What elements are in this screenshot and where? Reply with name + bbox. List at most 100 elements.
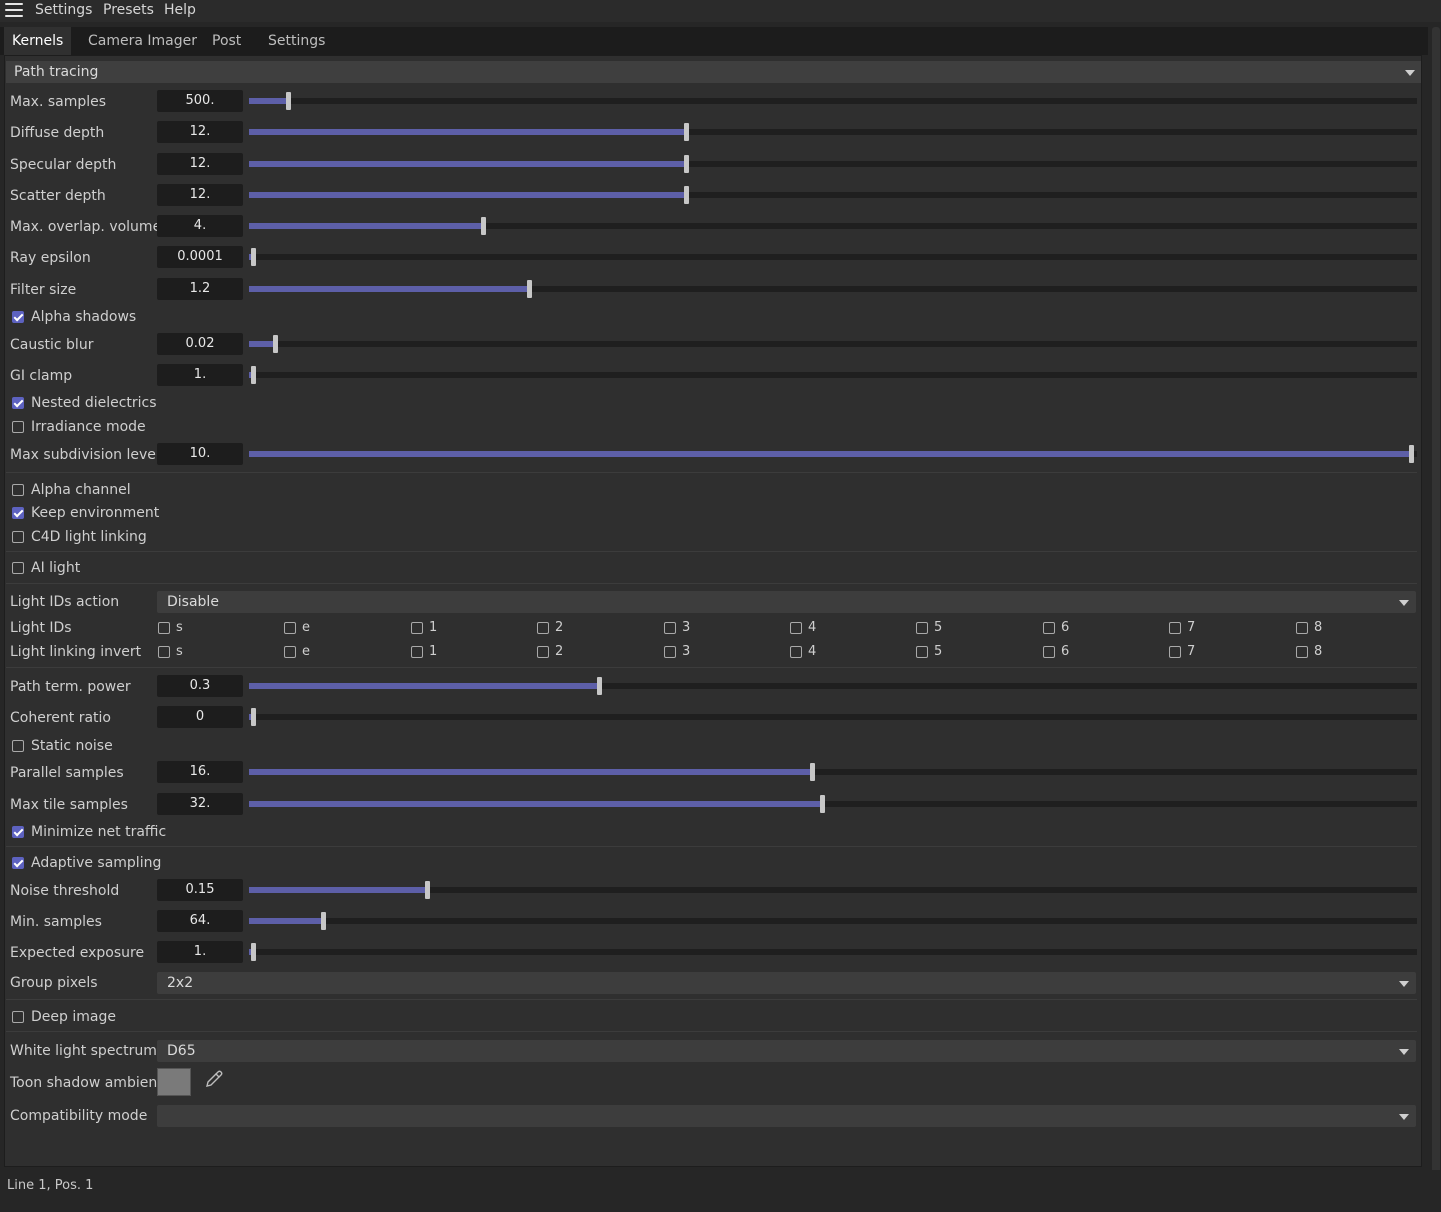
light-ids-checkbox-4[interactable] xyxy=(790,622,802,634)
light-ids-checkbox-s[interactable] xyxy=(158,622,170,634)
max-samples-input[interactable]: 500. xyxy=(157,90,243,112)
tab-settings[interactable]: Settings xyxy=(260,27,333,55)
keep-environment-checkbox[interactable] xyxy=(12,507,24,519)
max-tile-samples-input[interactable]: 32. xyxy=(157,793,243,815)
light-linking-invert-checkbox-8[interactable] xyxy=(1296,646,1308,658)
hamburger-menu-icon[interactable] xyxy=(5,3,23,18)
light-ids-action-dropdown[interactable]: Disable xyxy=(157,591,1416,613)
scatter-depth-input[interactable]: 12. xyxy=(157,184,243,206)
light-linking-invert-checkbox-7[interactable] xyxy=(1169,646,1181,658)
tab-post[interactable]: Post xyxy=(204,27,249,55)
light-linking-invert-checkbox-5[interactable] xyxy=(916,646,928,658)
nested-dielectrics-checkbox[interactable] xyxy=(12,397,24,409)
toon-shadow-color-swatch[interactable] xyxy=(157,1068,191,1096)
slider-handle[interactable] xyxy=(251,366,256,384)
max-overlap-volumes-input[interactable]: 4. xyxy=(157,215,243,237)
irradiance-mode-checkbox[interactable] xyxy=(12,421,24,433)
expected-exposure-slider[interactable] xyxy=(249,943,1417,961)
ai-light-checkbox[interactable] xyxy=(12,562,24,574)
slider-handle[interactable] xyxy=(273,335,278,353)
noise-threshold-input[interactable]: 0.15 xyxy=(157,879,243,901)
slider-handle[interactable] xyxy=(684,155,689,173)
max-tile-samples-slider[interactable] xyxy=(249,795,1417,813)
slider-handle[interactable] xyxy=(1409,445,1414,463)
slider-handle[interactable] xyxy=(321,912,326,930)
noise-threshold-slider[interactable] xyxy=(249,881,1417,899)
compatibility-mode-dropdown[interactable] xyxy=(157,1105,1416,1127)
deep-image-checkbox[interactable] xyxy=(12,1011,24,1023)
minimize-net-traffic-checkbox[interactable] xyxy=(12,826,24,838)
max-overlap-volumes-slider[interactable] xyxy=(249,217,1417,235)
ray-epsilon-input[interactable]: 0.0001 xyxy=(157,246,243,268)
slider-handle[interactable] xyxy=(251,943,256,961)
gi-clamp-input[interactable]: 1. xyxy=(157,364,243,386)
gi-clamp-slider[interactable] xyxy=(249,366,1417,384)
min-samples-input[interactable]: 64. xyxy=(157,910,243,932)
light-ids-checkbox-3[interactable] xyxy=(664,622,676,634)
caustic-blur-slider[interactable] xyxy=(249,335,1417,353)
slider-handle[interactable] xyxy=(820,795,825,813)
kernel-type-dropdown[interactable]: Path tracing xyxy=(6,61,1421,83)
slider-handle[interactable] xyxy=(425,881,430,899)
light-ids-checkbox-e[interactable] xyxy=(284,622,296,634)
light-ids-checkbox-5[interactable] xyxy=(916,622,928,634)
slider-handle[interactable] xyxy=(810,763,815,781)
caustic-blur-input[interactable]: 0.02 xyxy=(157,333,243,355)
coherent-ratio-input[interactable]: 0 xyxy=(157,706,243,728)
light-linking-invert-checkbox-2[interactable] xyxy=(537,646,549,658)
slider-handle[interactable] xyxy=(684,186,689,204)
group-pixels-dropdown[interactable]: 2x2 xyxy=(157,972,1416,994)
light-ids-checkbox-8[interactable] xyxy=(1296,622,1308,634)
static-noise-checkbox[interactable] xyxy=(12,740,24,752)
filter-size-input[interactable]: 1.2 xyxy=(157,278,243,300)
specular-depth-slider[interactable] xyxy=(249,155,1417,173)
eyedropper-icon[interactable] xyxy=(203,1068,225,1090)
expected-exposure-input[interactable]: 1. xyxy=(157,941,243,963)
light-ids-checkbox-6[interactable] xyxy=(1043,622,1055,634)
light-linking-invert-checkbox-4[interactable] xyxy=(790,646,802,658)
diffuse-depth-slider[interactable] xyxy=(249,123,1417,141)
parallel-samples-slider[interactable] xyxy=(249,763,1417,781)
scatter-depth-slider[interactable] xyxy=(249,186,1417,204)
path-term-power-input[interactable]: 0.3 xyxy=(157,675,243,697)
max-samples-slider[interactable] xyxy=(249,92,1417,110)
slider-handle[interactable] xyxy=(286,92,291,110)
slider-handle[interactable] xyxy=(597,677,602,695)
menu-settings[interactable]: Settings xyxy=(35,2,92,18)
parallel-samples-input[interactable]: 16. xyxy=(157,761,243,783)
slider-handle[interactable] xyxy=(684,123,689,141)
max-subdivision-level-input[interactable]: 10. xyxy=(157,443,243,465)
light-ids-checkbox-7[interactable] xyxy=(1169,622,1181,634)
menu-presets[interactable]: Presets xyxy=(103,2,154,18)
ray-epsilon-slider[interactable] xyxy=(249,248,1417,266)
slider-handle[interactable] xyxy=(527,280,532,298)
slider-handle[interactable] xyxy=(251,248,256,266)
menu-help[interactable]: Help xyxy=(164,2,196,18)
coherent-ratio-slider[interactable] xyxy=(249,708,1417,726)
diffuse-depth-input[interactable]: 12. xyxy=(157,121,243,143)
min-samples-slider[interactable] xyxy=(249,912,1417,930)
c4d-light-linking-checkbox[interactable] xyxy=(12,531,24,543)
tab-camera-imager[interactable]: Camera Imager xyxy=(80,27,205,55)
light-linking-invert-checkbox-e[interactable] xyxy=(284,646,296,658)
light-linking-invert-checkbox-1[interactable] xyxy=(411,646,423,658)
slider-handle[interactable] xyxy=(481,217,486,235)
light-ids-checkbox-2[interactable] xyxy=(537,622,549,634)
tab-kernels[interactable]: Kernels xyxy=(4,27,72,55)
static-noise-label: Static noise xyxy=(31,738,113,754)
max-subdivision-level-slider[interactable] xyxy=(249,445,1417,463)
light-linking-invert-checkbox-6[interactable] xyxy=(1043,646,1055,658)
light-linking-invert-checkbox-s[interactable] xyxy=(158,646,170,658)
alpha-channel-checkbox[interactable] xyxy=(12,484,24,496)
vertical-scrollbar[interactable] xyxy=(1432,27,1440,1192)
alpha-shadows-checkbox[interactable] xyxy=(12,311,24,323)
filter-size-slider[interactable] xyxy=(249,280,1417,298)
light-linking-invert-option-label: 6 xyxy=(1061,644,1070,659)
specular-depth-input[interactable]: 12. xyxy=(157,153,243,175)
slider-handle[interactable] xyxy=(251,708,256,726)
path-term-power-slider[interactable] xyxy=(249,677,1417,695)
light-ids-checkbox-1[interactable] xyxy=(411,622,423,634)
light-linking-invert-checkbox-3[interactable] xyxy=(664,646,676,658)
white-light-spectrum-dropdown[interactable]: D65 xyxy=(157,1040,1416,1062)
adaptive-sampling-checkbox[interactable] xyxy=(12,857,24,869)
